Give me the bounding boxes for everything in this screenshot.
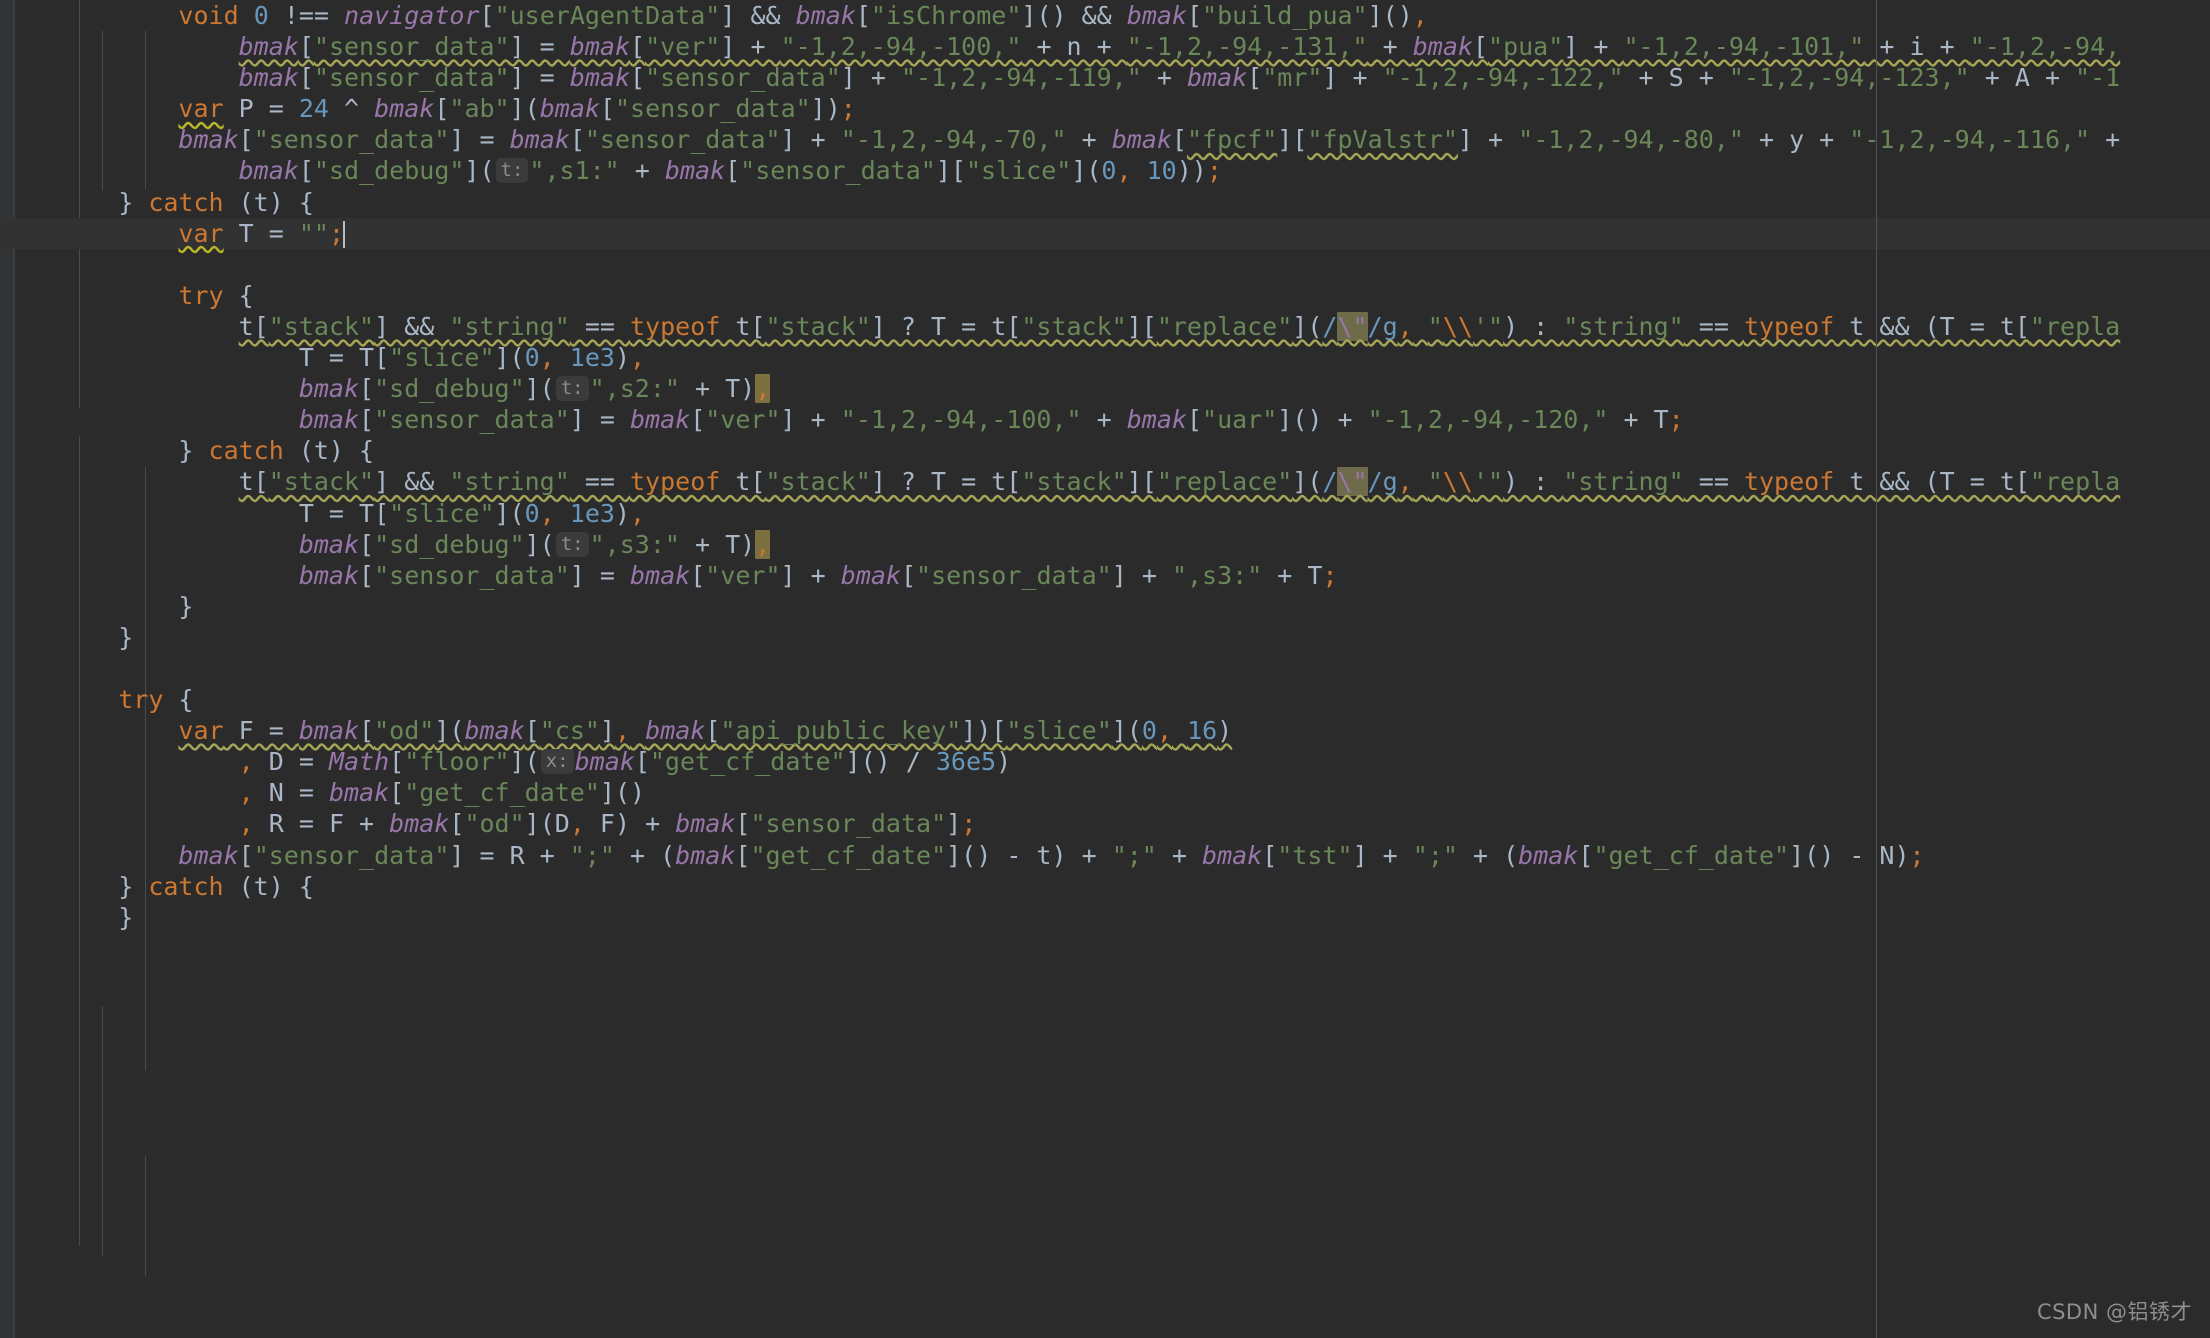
code-line[interactable]: , R = F + bmak["od"](D, F) + bmak["senso…: [0, 808, 2210, 839]
code-line[interactable]: bmak["sd_debug"](t: ",s3:" + T),: [0, 529, 2210, 560]
code-line[interactable]: , N = bmak["get_cf_date"](): [0, 777, 2210, 808]
code-line-text: try {: [178, 280, 254, 310]
code-viewport[interactable]: void 0 !== navigator["userAgentData"] &&…: [0, 0, 2210, 1338]
code-line[interactable]: }: [0, 622, 2210, 653]
inline-param-hint: x:: [540, 749, 574, 775]
text-caret: [343, 220, 346, 248]
code-line-text: } catch (t) {: [58, 436, 375, 466]
code-line[interactable]: bmak["sensor_data"] = bmak["ver"] + "-1,…: [0, 31, 2210, 62]
code-line[interactable]: T = T["slice"](0, 1e3),: [0, 498, 2210, 529]
csdn-watermark: CSDN @铝锈才: [2036, 1300, 2192, 1324]
code-line[interactable]: t["stack"] && "string" == typeof t["stac…: [0, 311, 2210, 342]
code-line-text: } catch (t) {: [58, 871, 314, 901]
code-line[interactable]: [0, 653, 2210, 684]
code-line-text: var P = 24 ^ bmak["ab"](bmak["sensor_dat…: [178, 94, 856, 124]
inline-param-hint: t:: [555, 376, 589, 402]
code-line[interactable]: bmak["sensor_data"] = bmak["sensor_data"…: [0, 124, 2210, 155]
code-line-text: bmak["sensor_data"] = bmak["ver"] + bmak…: [298, 560, 1338, 590]
code-line-text: T = T["slice"](0, 1e3),: [58, 343, 646, 373]
code-line[interactable]: try {: [0, 280, 2210, 311]
code-line-text: bmak["sensor_data"] = R + ";" + (bmak["g…: [178, 840, 1925, 870]
inline-param-hint: t:: [555, 531, 589, 557]
code-line-text: t["stack"] && "string" == typeof t["stac…: [238, 467, 2121, 497]
code-line-text: , D = Math["floor"](x: bmak["get_cf_date"…: [238, 747, 1012, 777]
code-line[interactable]: var P = 24 ^ bmak["ab"](bmak["sensor_dat…: [0, 93, 2210, 124]
code-line-text: }: [58, 902, 134, 932]
code-editor-window: void 0 !== navigator["userAgentData"] &&…: [0, 0, 2210, 1338]
code-line-text: bmak["sensor_data"] = bmak["ver"] + "-1,…: [238, 32, 2121, 62]
code-line-text: bmak["sensor_data"] = bmak["sensor_data"…: [178, 125, 2121, 155]
code-line-text: bmak["sensor_data"] = bmak["ver"] + "-1,…: [298, 405, 1684, 435]
code-line-text: var F = bmak["od"](bmak["cs"], bmak["api…: [178, 716, 1233, 746]
code-line[interactable]: [0, 249, 2210, 280]
code-line[interactable]: t["stack"] && "string" == typeof t["stac…: [0, 466, 2210, 497]
code-line[interactable]: }: [0, 902, 2210, 933]
code-lines[interactable]: void 0 !== navigator["userAgentData"] &&…: [0, 0, 2210, 933]
code-line-text: }: [58, 622, 134, 652]
code-line[interactable]: } catch (t) {: [0, 871, 2210, 902]
code-line[interactable]: bmak["sensor_data"] = bmak["ver"] + "-1,…: [0, 404, 2210, 435]
code-line[interactable]: , D = Math["floor"](x: bmak["get_cf_date"…: [0, 746, 2210, 777]
right-margin-guide: [1876, 0, 1877, 1338]
code-line[interactable]: } catch (t) {: [0, 435, 2210, 466]
code-line-current[interactable]: var T = "";: [0, 217, 2210, 249]
code-line[interactable]: bmak["sd_debug"](t: ",s2:" + T),: [0, 373, 2210, 404]
code-line-text: bmak["sd_debug"](t: ",s3:" + T),: [298, 529, 771, 559]
code-line[interactable]: void 0 !== navigator["userAgentData"] &&…: [0, 0, 2210, 31]
code-line-text: } catch (t) {: [58, 187, 314, 217]
code-line[interactable]: } catch (t) {: [0, 187, 2210, 218]
code-line[interactable]: var F = bmak["od"](bmak["cs"], bmak["api…: [0, 715, 2210, 746]
code-line[interactable]: bmak["sensor_data"] = bmak["sensor_data"…: [0, 62, 2210, 93]
code-line-text: bmak["sd_debug"](t: ",s1:" + bmak["sensor…: [238, 156, 1222, 186]
code-line[interactable]: T = T["slice"](0, 1e3),: [0, 342, 2210, 373]
code-line-text: void 0 !== navigator["userAgentData"] &&…: [178, 1, 1428, 30]
inline-param-hint: t:: [495, 158, 529, 184]
code-line-text: var T = "";: [178, 218, 346, 248]
code-line-text: bmak["sd_debug"](t: ",s2:" + T),: [298, 374, 771, 404]
code-line-text: , R = F + bmak["od"](D, F) + bmak["senso…: [238, 809, 977, 839]
code-line-text: }: [58, 591, 194, 621]
code-line[interactable]: bmak["sd_debug"](t: ",s1:" + bmak["sensor…: [0, 155, 2210, 186]
code-line-text: t["stack"] && "string" == typeof t["stac…: [238, 311, 2121, 341]
code-line-text: bmak["sensor_data"] = bmak["sensor_data"…: [238, 63, 2121, 93]
code-line-text: T = T["slice"](0, 1e3),: [58, 498, 646, 528]
code-line[interactable]: }: [0, 591, 2210, 622]
code-line-text: try {: [118, 685, 194, 715]
code-line[interactable]: bmak["sensor_data"] = R + ";" + (bmak["g…: [0, 840, 2210, 871]
code-line-text: , N = bmak["get_cf_date"](): [238, 778, 646, 808]
code-line[interactable]: try {: [0, 684, 2210, 715]
code-line[interactable]: bmak["sensor_data"] = bmak["ver"] + bmak…: [0, 560, 2210, 591]
